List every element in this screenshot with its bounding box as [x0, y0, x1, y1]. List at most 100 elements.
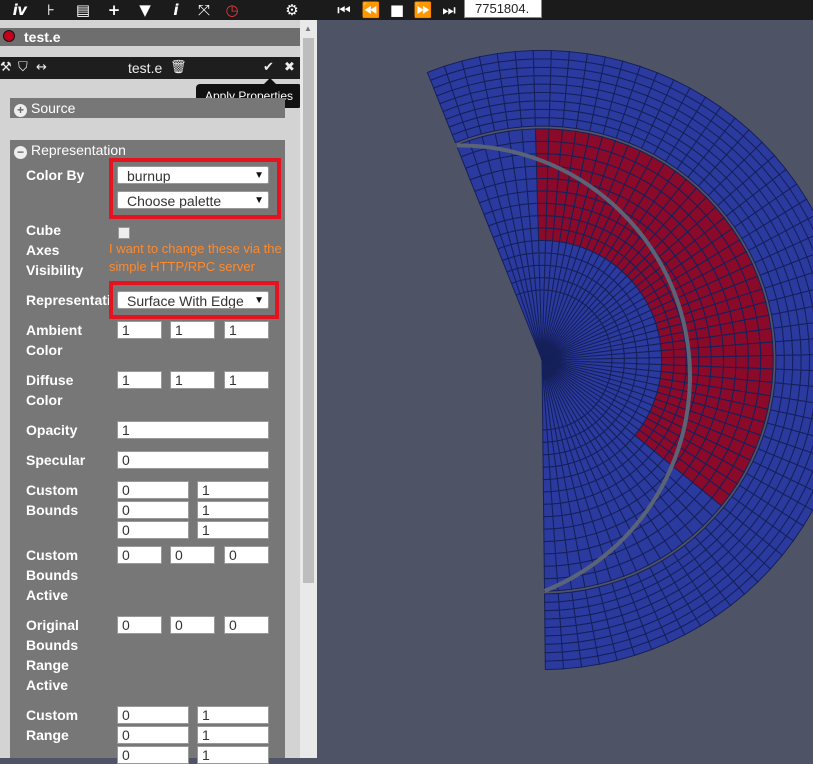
custom-bounds-active-y-input[interactable]: 0: [170, 546, 215, 564]
mesh-cell: [555, 552, 568, 565]
mesh-cell: [793, 355, 802, 370]
collapse-minus-icon[interactable]: −: [14, 146, 27, 159]
apply-check-icon[interactable]: ✔: [263, 58, 274, 78]
expand-icon[interactable]: ↔: [36, 58, 47, 78]
custom-bounds-xmin-input[interactable]: 0: [117, 481, 189, 499]
opacity-input[interactable]: 1: [117, 421, 269, 439]
mesh-cell: [612, 354, 625, 359]
ambient-g-input[interactable]: 1: [170, 321, 215, 339]
mesh-cell: [748, 356, 761, 369]
custom-range-xmax-input[interactable]: 1: [197, 706, 269, 724]
mesh-cell: [549, 118, 563, 127]
mesh-cell: [528, 203, 538, 216]
next-frame-icon[interactable]: ⏩: [412, 0, 434, 20]
logo-icon[interactable]: ⅳ: [9, 0, 31, 20]
opacity-label: Opacity: [26, 420, 77, 440]
mesh-cell: [545, 593, 559, 602]
source-section[interactable]: +Source: [10, 98, 285, 118]
tools-icon[interactable]: ⚒: [0, 58, 12, 78]
mesh-cell: [800, 339, 809, 355]
mesh-cell: [526, 178, 537, 191]
custom-bounds-ymin-input[interactable]: 0: [117, 501, 189, 519]
scroll-up-icon[interactable]: ▲: [304, 24, 312, 33]
previous-frame-icon[interactable]: ⏪: [360, 0, 382, 20]
mesh-cell: [673, 340, 686, 349]
original-bounds-z-input[interactable]: 0: [224, 616, 269, 634]
custom-bounds-xmax-input[interactable]: 1: [197, 481, 269, 499]
first-frame-icon[interactable]: ⏮: [333, 0, 355, 20]
custom-range-xmin-input[interactable]: 0: [117, 706, 189, 724]
mesh-cell: [516, 59, 534, 68]
representation-type-label: Representati: [26, 290, 111, 310]
custom-bounds-zmin-input[interactable]: 0: [117, 521, 189, 539]
info-icon[interactable]: i: [165, 0, 187, 20]
filter-icon[interactable]: ▼: [134, 0, 156, 20]
mesh-cell: [550, 84, 566, 93]
mesh-cell: [760, 369, 773, 383]
mesh-cell: [521, 118, 535, 127]
ambient-b-input[interactable]: 1: [224, 321, 269, 339]
specular-input[interactable]: 0: [117, 451, 269, 469]
representation-header[interactable]: −Representation: [10, 140, 285, 160]
delete-icon[interactable]: 🗑: [170, 58, 187, 78]
custom-range-zmax-input[interactable]: 1: [197, 746, 269, 764]
mesh-cell: [720, 322, 734, 335]
time-input[interactable]: 7751804.: [464, 0, 542, 18]
panel-scrollbar[interactable]: ▲: [300, 20, 317, 758]
file-name: test.e: [24, 29, 61, 45]
custom-bounds-active-z-input[interactable]: 0: [224, 546, 269, 564]
file-icon[interactable]: ▤: [72, 0, 94, 20]
stop-icon[interactable]: ■: [386, 0, 408, 20]
custom-bounds-zmax-input[interactable]: 1: [197, 521, 269, 539]
properties-title: test.e: [128, 60, 162, 76]
timer-icon[interactable]: ◷: [221, 0, 243, 20]
custom-range-ymax-input[interactable]: 1: [197, 726, 269, 744]
pipeline-file-item[interactable]: test.e: [0, 28, 300, 46]
mesh-cell: [543, 479, 551, 492]
expand-plus-icon[interactable]: +: [14, 104, 27, 117]
render-viewport[interactable]: [317, 20, 813, 758]
mesh-cell: [516, 179, 528, 192]
pipeline-icon[interactable]: ⊦: [40, 0, 62, 20]
diffuse-r-input[interactable]: 1: [117, 371, 162, 389]
diffuse-b-input[interactable]: 1: [224, 371, 269, 389]
mesh-cell: [534, 76, 551, 84]
custom-bounds-active-x-input[interactable]: 0: [117, 546, 162, 564]
custom-range-ymin-input[interactable]: 0: [117, 726, 189, 744]
settings-icon[interactable]: ⚙: [281, 0, 303, 20]
mesh-cell: [555, 540, 567, 553]
color-by-label: Color By: [26, 165, 84, 185]
ambient-color-label: AmbientColor: [26, 320, 82, 360]
custom-bounds-ymax-input[interactable]: 1: [197, 501, 269, 519]
mesh-cell: [801, 355, 810, 371]
scroll-thumb[interactable]: [303, 38, 314, 583]
mesh-cell: [775, 369, 784, 383]
custom-range-zmin-input[interactable]: 0: [117, 746, 189, 764]
last-frame-icon[interactable]: ⏭: [438, 0, 460, 20]
ambient-r-input[interactable]: 1: [117, 321, 162, 339]
mesh-cell: [536, 141, 549, 153]
specular-label: Specular: [26, 450, 85, 470]
mesh-cell: [723, 345, 736, 357]
fullscreen-icon[interactable]: ⤧: [193, 0, 215, 20]
mesh-cell: [534, 93, 550, 101]
mesh-cell: [539, 265, 545, 277]
mesh-cell: [775, 341, 784, 355]
diffuse-g-input[interactable]: 1: [170, 371, 215, 389]
bookmark-icon[interactable]: ⛉: [18, 58, 28, 78]
original-bounds-x-input[interactable]: 0: [117, 616, 162, 634]
close-icon[interactable]: ✖: [284, 58, 295, 78]
add-icon[interactable]: +: [103, 0, 125, 20]
mesh-cell: [545, 627, 561, 636]
visibility-dot-icon[interactable]: [3, 30, 15, 42]
mesh-cell: [784, 355, 793, 370]
mesh-cell: [544, 516, 554, 529]
mesh-cell: [792, 340, 801, 355]
original-bounds-y-input[interactable]: 0: [170, 616, 215, 634]
cube-axes-checkbox[interactable]: [118, 227, 130, 239]
mesh-cell: [710, 335, 723, 347]
mesh-cell: [674, 357, 686, 365]
top-toolbar: ⅳ ⊦ ▤ + ▼ i ⤧ ◷ ⚙ ⏮ ⏪ ■ ⏩ ⏭ 7751804.: [0, 0, 813, 20]
mesh-cell: [809, 338, 813, 354]
mesh-cell: [556, 565, 570, 579]
